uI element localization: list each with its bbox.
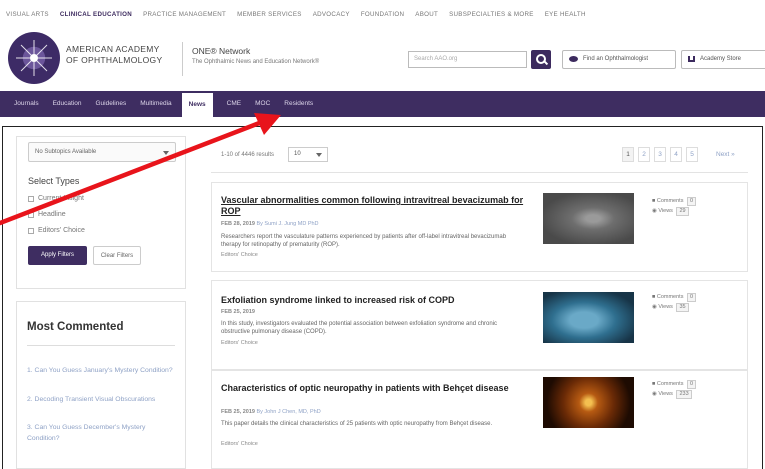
utility-nav-item[interactable]: Eye Health (545, 11, 586, 18)
clear-filters-button[interactable]: Clear Filters (93, 246, 141, 265)
page-link[interactable]: 4 (670, 147, 682, 162)
checkbox-icon[interactable] (28, 211, 34, 218)
article-meta: ■ Comments 0 ◉ Views 233 (652, 379, 697, 399)
utility-nav-item-active[interactable]: Clinical Education (60, 11, 132, 18)
utility-nav-item[interactable]: Subspecialties & More (449, 11, 534, 18)
utility-nav-item[interactable]: Advocacy (313, 11, 350, 18)
article-date: FEB 25, 2019 (221, 309, 255, 315)
nav-tab-cme[interactable]: CME (227, 91, 241, 117)
find-ophthalmologist-button[interactable]: Find an Ophthalmologist (562, 50, 676, 69)
article-meta: ■ Comments 0 ◉ Views 35 (652, 292, 697, 312)
most-commented-title: Most Commented (27, 321, 124, 333)
article-thumbnail[interactable] (543, 193, 634, 244)
utility-nav-item[interactable]: Foundation (361, 11, 404, 18)
most-commented-link[interactable]: 1. Can You Guess January's Mystery Condi… (27, 365, 177, 376)
nav-tab-moc[interactable]: MOC (255, 91, 270, 117)
comment-count: 0 (686, 293, 697, 302)
article-date: FEB 25, 2019 By John J Chen, MD, PhD (221, 409, 321, 415)
eye-icon: ◉ (652, 208, 657, 214)
comment-count: 0 (686, 380, 697, 389)
per-page-select[interactable]: 10 (288, 147, 328, 162)
main-nav: Journals Education Guidelines Multimedia… (0, 91, 765, 117)
chevron-down-icon (316, 153, 322, 157)
checkbox-icon[interactable] (28, 195, 34, 202)
comment-icon: ■ (652, 198, 656, 204)
chevron-down-icon (163, 151, 169, 155)
most-commented-link[interactable]: 3. Can You Guess December's Mystery Cond… (27, 422, 177, 444)
article-meta: ■ Comments 0 ◉ Views 29 (652, 196, 697, 216)
screenshot-root: Visual Arts Clinical Education Practice … (0, 0, 765, 469)
article-title-link[interactable]: Vascular abnormalities common following … (221, 195, 526, 217)
page-link[interactable]: 2 (638, 147, 650, 162)
utility-nav-item[interactable]: About (415, 11, 438, 18)
academy-store-button[interactable]: Academy Store (681, 50, 765, 69)
article-title-link[interactable]: Exfoliation syndrome linked to increased… (221, 295, 526, 306)
page-link[interactable]: 3 (654, 147, 666, 162)
search-button[interactable] (531, 50, 551, 69)
network-subtitle: The Ophthalmic News and Education Networ… (192, 59, 320, 65)
utility-nav-item[interactable]: Visual Arts (6, 11, 49, 18)
filter-checkbox-editors-choice[interactable]: Editors' Choice (28, 227, 85, 234)
article-thumbnail[interactable] (543, 292, 634, 343)
article-title-link[interactable]: Characteristics of optic neuropathy in p… (221, 383, 526, 394)
comment-icon: ■ (652, 381, 656, 387)
utility-nav-item[interactable]: Practice Management (143, 11, 226, 18)
subspecialty-select[interactable]: No Subtopics Available (28, 142, 176, 162)
next-page-link[interactable]: Next » (716, 147, 735, 162)
eye-icon: ◉ (652, 391, 657, 397)
article-date: FEB 28, 2019 By Sumi J. Jung MD PhD (221, 221, 319, 227)
nav-tab-education[interactable]: Education (53, 91, 82, 117)
view-count: 29 (676, 207, 689, 216)
page-link-current[interactable]: 1 (622, 147, 634, 162)
network-title[interactable]: ONE® Network (192, 46, 250, 56)
view-count: 35 (676, 303, 689, 312)
article-author-link[interactable]: By John J Chen, MD, PhD (256, 409, 320, 415)
logo-wordmark[interactable]: AMERICAN ACADEMY OF OPHTHALMOLOGY (66, 44, 162, 66)
page-link[interactable]: 5 (686, 147, 698, 162)
results-count: 1-10 of 4446 results (221, 152, 275, 158)
cart-icon (688, 56, 695, 62)
article-badge: Editors' Choice (221, 441, 258, 447)
header-divider (182, 42, 183, 76)
checkbox-icon[interactable] (28, 227, 34, 234)
article-author-link[interactable]: By Sumi J. Jung MD PhD (256, 221, 318, 227)
search-input[interactable]: Search AAO.org (408, 51, 527, 68)
comment-count: 0 (686, 197, 697, 206)
utility-nav-item[interactable]: Member Services (237, 11, 302, 18)
most-commented-divider (27, 345, 175, 346)
article-description: This paper details the clinical characte… (221, 421, 493, 427)
view-count: 233 (676, 390, 692, 399)
nav-tab-residents[interactable]: Residents (284, 91, 313, 117)
utility-nav: Visual Arts Clinical Education Practice … (0, 0, 765, 28)
article-badge: Editors' Choice (221, 340, 258, 346)
article-description: Researchers report the vasculature patte… (221, 234, 507, 248)
select-types-heading: Select Types (28, 176, 80, 186)
article-description: In this study, investigators evaluated t… (221, 321, 498, 335)
comment-icon: ■ (652, 294, 656, 300)
nav-tab-multimedia[interactable]: Multimedia (140, 91, 171, 117)
results-divider (211, 172, 748, 173)
site-header: AMERICAN ACADEMY OF OPHTHALMOLOGY ONE® N… (0, 28, 765, 88)
eye-icon (569, 56, 578, 62)
nav-tab-journals[interactable]: Journals (14, 91, 39, 117)
filter-checkbox-current-insight[interactable]: Current Insight (28, 195, 84, 202)
article-badge: Editors' Choice (221, 252, 258, 258)
most-commented-link[interactable]: 2. Decoding Transient Visual Obscuration… (27, 394, 177, 405)
apply-filters-button[interactable]: Apply Filters (28, 246, 87, 265)
article-thumbnail[interactable] (543, 377, 634, 428)
nav-tab-news[interactable]: News (181, 93, 213, 117)
filter-checkbox-headline[interactable]: Headline (28, 211, 66, 218)
eye-icon: ◉ (652, 304, 657, 310)
aao-logo-icon[interactable] (8, 32, 60, 84)
nav-tab-guidelines[interactable]: Guidelines (96, 91, 127, 117)
